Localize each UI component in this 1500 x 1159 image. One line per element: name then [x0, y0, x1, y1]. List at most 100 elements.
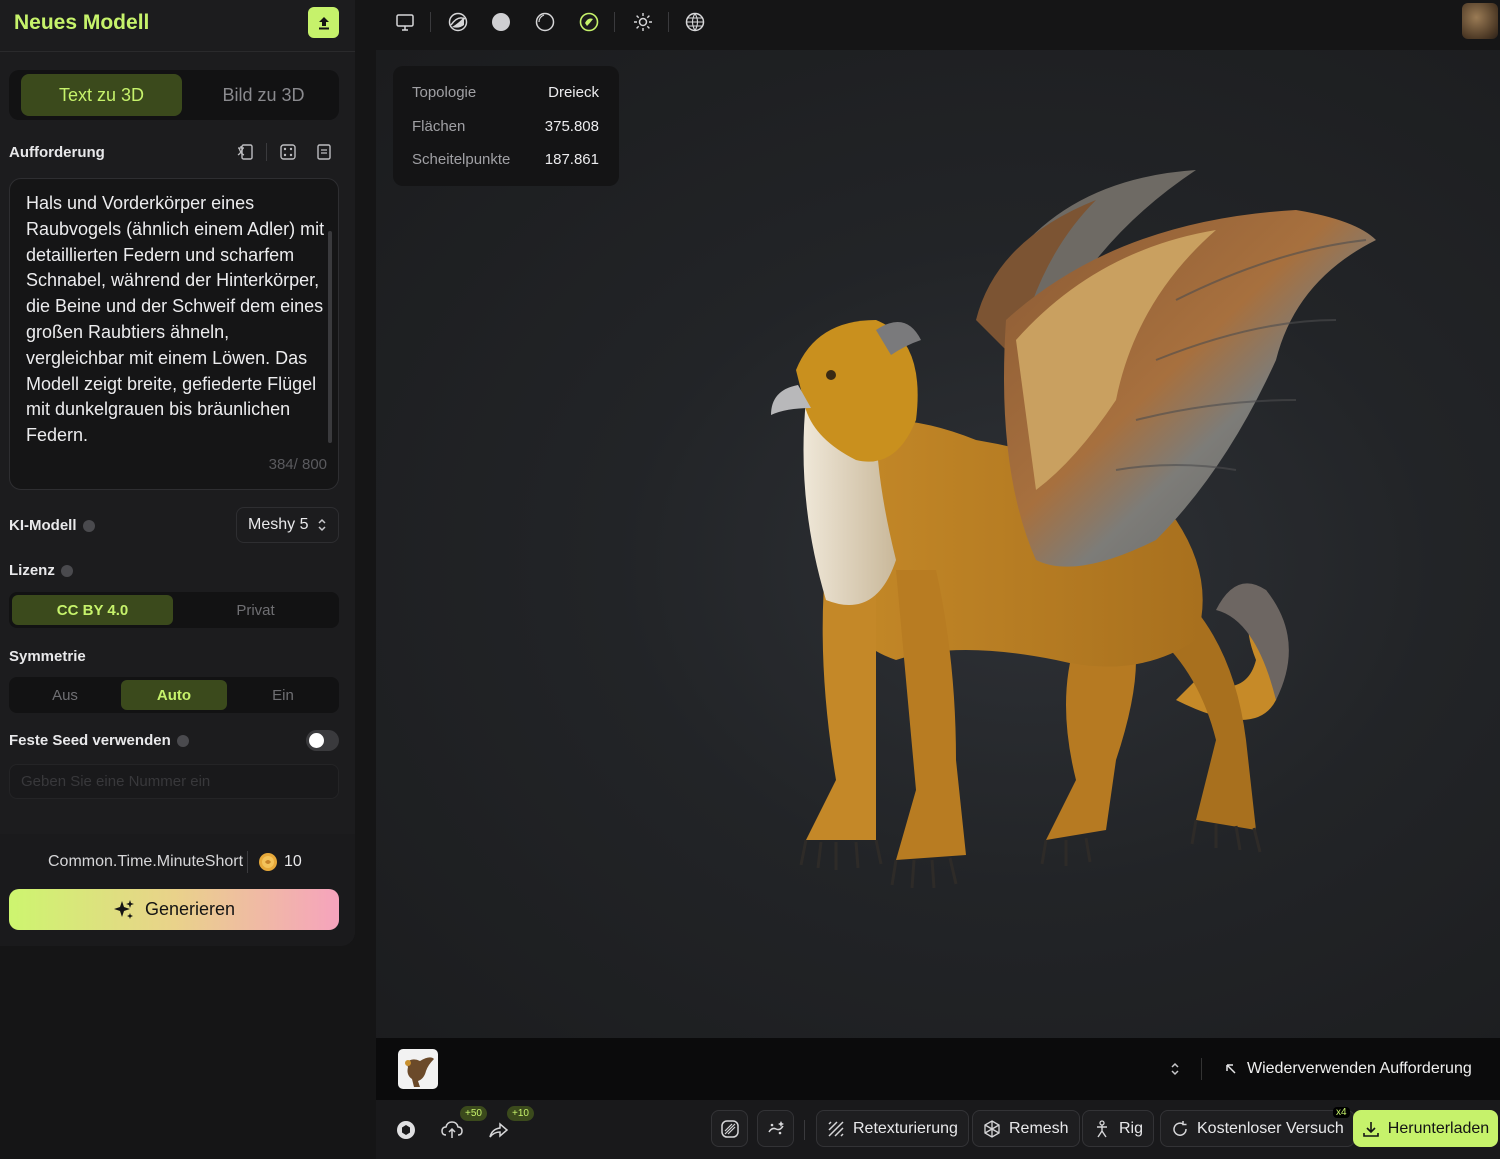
- remesh-icon: [984, 1119, 1000, 1138]
- action-bar: +50 +10 Retexturierung Remesh Rig Kosten…: [376, 1100, 1500, 1159]
- toolbar-divider: [668, 12, 669, 32]
- free-trial-count-badge: x4: [1333, 1107, 1350, 1118]
- info-icon[interactable]: [82, 520, 95, 533]
- griffin-thumbnail-icon: [405, 1057, 434, 1087]
- free-trial-button[interactable]: Kostenloser Versuch: [1160, 1110, 1355, 1147]
- action-divider: [804, 1120, 805, 1140]
- wireframe-sphere-icon[interactable]: [534, 11, 556, 33]
- stat-value: 375.808: [544, 118, 599, 135]
- time-estimate: Common.Time.MinuteShort: [48, 853, 244, 870]
- textured-sphere-icon[interactable]: [578, 11, 600, 33]
- model-thumbnail[interactable]: [398, 1049, 438, 1089]
- stat-label: Flächen: [412, 118, 466, 135]
- stat-value: Dreieck: [548, 84, 599, 101]
- upload-button[interactable]: [308, 7, 339, 38]
- prompt-label: Aufforderung: [9, 144, 105, 161]
- cube-icon[interactable]: [395, 1119, 417, 1141]
- rig-label: Rig: [1119, 1119, 1144, 1137]
- rig-button[interactable]: Rig: [1082, 1110, 1155, 1147]
- texture-thumbnail[interactable]: [1462, 3, 1498, 39]
- mode-tabs: Text zu 3D Bild zu 3D: [9, 70, 339, 120]
- license-label: Lizenz: [9, 562, 73, 579]
- download-label: Herunterladen: [1387, 1119, 1490, 1137]
- sparkle-icon: [113, 899, 134, 919]
- page-title: Neues Modell: [14, 11, 150, 34]
- ai-model-select[interactable]: Meshy 5: [236, 507, 339, 543]
- sidebar: Neues Modell Text zu 3D Bild zu 3D Auffo…: [0, 0, 375, 1159]
- ai-model-value: Meshy 5: [248, 516, 309, 533]
- refresh-icon: [1173, 1120, 1187, 1136]
- credit-count: 10: [284, 853, 302, 870]
- license-selector: CC BY 4.0 Privat: [9, 592, 339, 628]
- cloud-upload-icon[interactable]: [440, 1119, 464, 1141]
- compare-icon: [720, 1119, 739, 1138]
- symmetry-label: Symmetrie: [9, 648, 86, 665]
- clipboard-icon[interactable]: [314, 142, 334, 162]
- license-option-private[interactable]: Privat: [175, 595, 336, 625]
- generate-label: Generieren: [144, 899, 236, 919]
- reuse-prompt-button[interactable]: Wiederverwenden Aufforderung: [1247, 1060, 1472, 1078]
- tool-divider: [266, 143, 267, 161]
- tab-image-to-3d[interactable]: Bild zu 3D: [183, 74, 344, 116]
- compare-button[interactable]: [711, 1110, 748, 1147]
- solid-sphere-icon[interactable]: [490, 11, 512, 33]
- retexture-label: Retexturierung: [853, 1119, 958, 1137]
- translate-icon[interactable]: [235, 142, 255, 162]
- symmetry-option-on[interactable]: Ein: [230, 680, 336, 710]
- toolbar-divider: [614, 12, 615, 32]
- app-root: Neues Modell Text zu 3D Bild zu 3D Auffo…: [0, 0, 1500, 1159]
- upload-reward-badge: +50: [460, 1106, 487, 1121]
- generation-strip: Wiederverwenden Aufforderung: [376, 1038, 1500, 1100]
- upload-icon: [318, 16, 329, 29]
- prompt-text: Hals und Vorderkörper eines Raubvogels (…: [26, 193, 325, 446]
- symmetry-option-auto[interactable]: Auto: [121, 680, 227, 710]
- seed-input[interactable]: [9, 764, 339, 799]
- license-label-text: Lizenz: [9, 562, 55, 579]
- viewer-toolbar: [376, 0, 1500, 50]
- symmetry-selector: Aus Auto Ein: [9, 677, 339, 713]
- shaded-sphere-icon[interactable]: [447, 11, 469, 33]
- seed-toggle[interactable]: [306, 730, 339, 751]
- symmetry-option-off[interactable]: Aus: [12, 680, 118, 710]
- seed-label-text: Feste Seed verwenden: [9, 732, 171, 749]
- share-icon[interactable]: [487, 1119, 509, 1141]
- chevron-updown-icon[interactable]: [1169, 1060, 1181, 1078]
- download-icon: [1362, 1121, 1379, 1137]
- sidebar-panel: Neues Modell Text zu 3D Bild zu 3D Auffo…: [0, 0, 355, 946]
- download-button[interactable]: Herunterladen: [1353, 1110, 1498, 1147]
- strip-divider: [1201, 1058, 1202, 1080]
- ai-model-label: KI-Modell: [9, 517, 95, 534]
- coin-icon: [259, 853, 277, 871]
- dice-icon[interactable]: [278, 142, 298, 162]
- generate-button[interactable]: Generieren: [9, 889, 339, 930]
- griffin-model[interactable]: [576, 140, 1376, 900]
- rig-icon: [1097, 1119, 1107, 1137]
- stat-label: Scheitelpunkte: [412, 151, 511, 168]
- stat-label: Topologie: [412, 84, 477, 101]
- viewer: Topologie Dreieck Flächen 375.808 Scheit…: [376, 0, 1500, 1159]
- footer-divider: [247, 851, 248, 873]
- info-icon[interactable]: [60, 565, 73, 578]
- tab-text-to-3d[interactable]: Text zu 3D: [21, 74, 182, 116]
- light-icon[interactable]: [632, 11, 654, 33]
- prompt-textarea[interactable]: Hals und Vorderkörper eines Raubvogels (…: [9, 178, 339, 490]
- prompt-char-count: 384/ 800: [268, 456, 327, 473]
- info-icon[interactable]: [176, 735, 189, 748]
- arrow-up-left-icon: [1226, 1064, 1236, 1074]
- free-trial-label: Kostenloser Versuch: [1197, 1119, 1344, 1137]
- monitor-icon[interactable]: [394, 11, 416, 33]
- seed-label: Feste Seed verwenden: [9, 732, 189, 749]
- remesh-label: Remesh: [1009, 1119, 1069, 1137]
- remesh-button[interactable]: Remesh: [972, 1110, 1080, 1147]
- chevron-updown-icon: [318, 518, 326, 532]
- retexture-button[interactable]: Retexturierung: [816, 1110, 969, 1147]
- magic-wand-icon: [767, 1120, 784, 1134]
- share-reward-badge: +10: [507, 1106, 534, 1121]
- license-option-cc[interactable]: CC BY 4.0: [12, 595, 173, 625]
- magic-button[interactable]: [757, 1110, 794, 1147]
- toggle-knob: [309, 733, 324, 748]
- prompt-scrollbar[interactable]: [328, 231, 332, 443]
- ai-model-label-text: KI-Modell: [9, 517, 77, 534]
- globe-icon[interactable]: [684, 11, 706, 33]
- toolbar-divider: [430, 12, 431, 32]
